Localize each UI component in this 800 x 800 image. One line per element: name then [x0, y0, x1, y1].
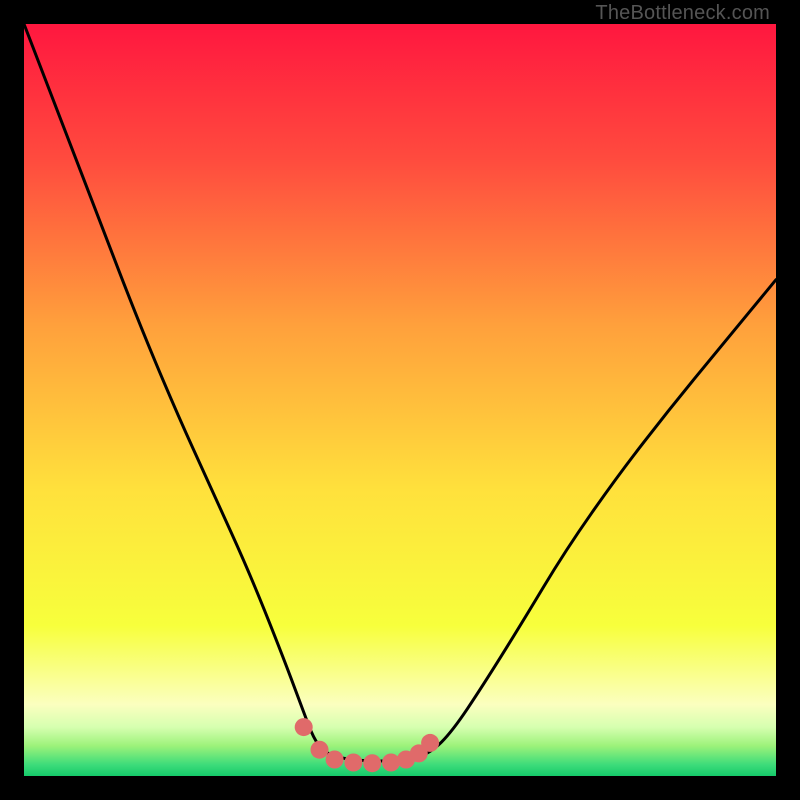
attribution-label: TheBottleneck.com: [595, 2, 770, 25]
valley-marker: [344, 754, 362, 772]
bottleneck-chart: [24, 24, 776, 776]
chart-frame: [24, 24, 776, 776]
valley-marker: [363, 754, 381, 772]
valley-marker: [382, 754, 400, 772]
valley-marker: [295, 718, 313, 736]
valley-marker: [311, 741, 329, 759]
valley-marker: [421, 734, 439, 752]
gradient-background: [24, 24, 776, 776]
valley-marker: [326, 751, 344, 769]
